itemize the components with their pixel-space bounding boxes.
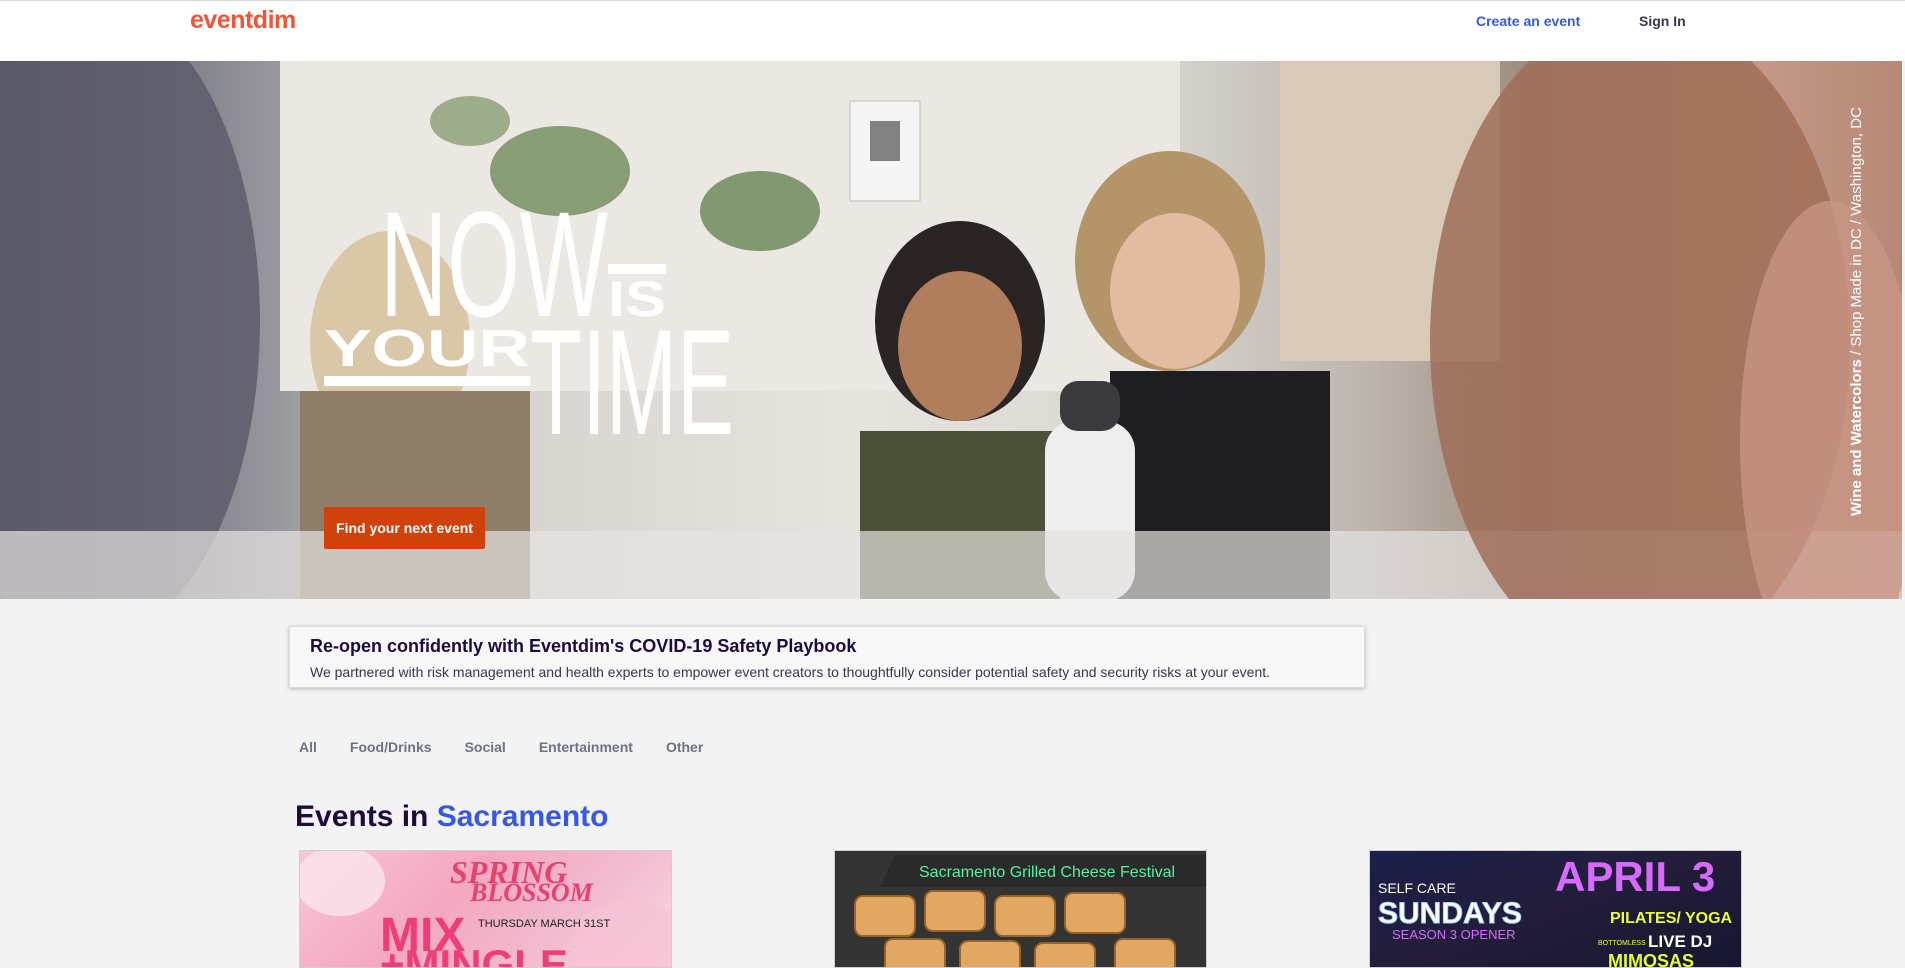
event-card-grilled-cheese[interactable]: Sacramento Grilled Cheese Festival <box>834 850 1207 968</box>
event-card-self-care-sundays[interactable]: APRIL 3 SELF CARE SUNDAYS SEASON 3 OPENE… <box>1369 850 1742 968</box>
card3-line5: PILATES/ YOGA <box>1610 910 1733 927</box>
hero-word-time: TIME <box>530 298 734 466</box>
event-card-image: SPRING BLOSSOM MIX THURSDAY MARCH 31ST +… <box>300 851 671 968</box>
tab-social[interactable]: Social <box>465 737 506 757</box>
create-event-link[interactable]: Create an event <box>1476 13 1580 29</box>
events-section-title: Events in Sacramento <box>295 800 608 834</box>
tab-food-drinks[interactable]: Food/Drinks <box>350 737 432 757</box>
events-city[interactable]: Sacramento <box>437 800 609 833</box>
card1-line2: BLOSSOM <box>469 878 594 907</box>
category-tabs: All Food/Drinks Social Entertainment Oth… <box>289 737 726 757</box>
banner-text: We partnered with risk management and he… <box>310 664 1271 680</box>
card3-line4: SEASON 3 OPENER <box>1392 927 1516 942</box>
event-card-spring-blossom[interactable]: SPRING BLOSSOM MIX THURSDAY MARCH 31ST +… <box>299 850 672 968</box>
sign-in-link[interactable]: Sign In <box>1639 13 1686 29</box>
find-event-button[interactable]: Find your next event <box>324 507 485 549</box>
card3-line7: LIVE DJ <box>1648 932 1712 951</box>
card1-line4: THURSDAY MARCH 31ST <box>478 918 611 930</box>
event-card-image: APRIL 3 SELF CARE SUNDAYS SEASON 3 OPENE… <box>1378 853 1733 968</box>
card3-line1: APRIL 3 <box>1555 853 1715 900</box>
events-title-prefix: Events in <box>295 800 437 833</box>
photo-credit-location: / Shop Made in DC / Washington, DC <box>1848 107 1865 360</box>
banner-title: Re-open confidently with Eventdim's COVI… <box>310 636 857 656</box>
tab-other[interactable]: Other <box>666 737 703 757</box>
card3-line2: SELF CARE <box>1378 880 1456 896</box>
top-navbar: eventdim Create an event Sign In <box>0 0 1905 61</box>
card3-line8: MIMOSAS <box>1608 951 1694 968</box>
hero-title: NOW IS YOUR TIME <box>324 196 734 466</box>
hero-word-your: YOUR <box>324 320 530 378</box>
tab-all[interactable]: All <box>299 737 317 757</box>
event-card-image: Sacramento Grilled Cheese Festival <box>835 851 1206 967</box>
photo-credit: Wine and Watercolors / Shop Made in DC /… <box>1848 107 1865 516</box>
photo-credit-event: Wine and Watercolors <box>1848 359 1865 516</box>
card3-line6: BOTTOMLESS <box>1598 940 1646 947</box>
hero-rule-2 <box>324 376 530 386</box>
covid-playbook-banner[interactable]: Re-open confidently with Eventdim's COVI… <box>289 626 1365 688</box>
hero-banner: NOW IS YOUR TIME Find your next event Wi… <box>0 61 1902 599</box>
hero-photo <box>0 61 1902 599</box>
card3-line3: SUNDAYS <box>1378 897 1522 930</box>
logo[interactable]: eventdim <box>190 6 296 35</box>
tab-entertainment[interactable]: Entertainment <box>539 737 633 757</box>
card1-line5: +MINGLE <box>380 941 568 968</box>
card2-title: Sacramento Grilled Cheese Festival <box>919 864 1175 881</box>
